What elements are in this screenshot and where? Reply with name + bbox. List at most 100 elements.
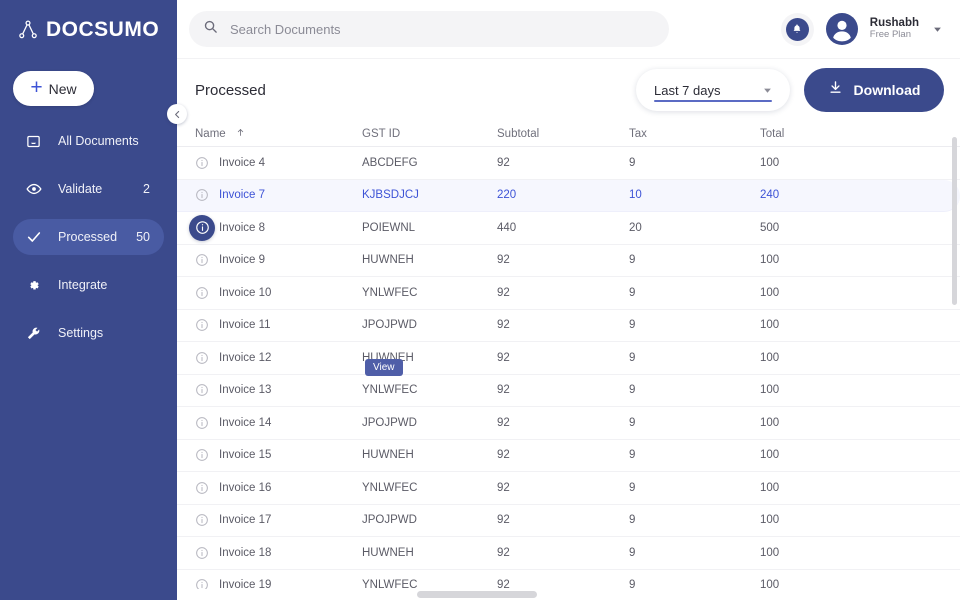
download-icon (828, 80, 843, 100)
cell-gst-id: YNLWFEC (362, 481, 418, 494)
sidebar-item-count: 2 (143, 182, 150, 196)
date-range-select[interactable]: Last 7 days (636, 69, 790, 111)
new-button-label: New (48, 80, 77, 97)
table-row[interactable]: Invoice 12 HUWNEH 92 9 100 (177, 342, 960, 375)
main-area: Rushabh Free Plan Processed Last 7 days (177, 0, 960, 600)
table-header-row: Name GST ID Subtotal Tax Total (177, 121, 960, 147)
cell-total: 240 (760, 189, 780, 202)
cell-name[interactable]: Invoice 17 (195, 513, 362, 527)
cell-name[interactable]: Invoice 16 (195, 481, 362, 495)
info-circle-icon[interactable] (189, 214, 215, 241)
info-circle-icon[interactable] (195, 253, 209, 267)
cell-name[interactable]: Invoice 9 (195, 253, 362, 267)
app-root: DOCSUMO + New All Documents Validate 2 P… (0, 0, 960, 600)
cell-name[interactable]: Invoice 14 (195, 416, 362, 430)
cell-tax: 9 (629, 416, 636, 429)
cell-tax: 10 (629, 189, 642, 202)
download-button-label: Download (853, 82, 921, 98)
cell-name[interactable]: Invoice 11 (195, 318, 362, 332)
info-circle-icon[interactable] (195, 351, 209, 365)
avatar[interactable] (825, 13, 858, 45)
cell-gst-id: KJBSDJCJ (362, 189, 419, 202)
table-row[interactable]: Invoice 17 JPOJPWD 92 9 100 (177, 505, 960, 537)
sidebar-item-label: Processed (58, 230, 118, 244)
user-menu[interactable]: Rushabh Free Plan (870, 17, 919, 41)
gear-icon (26, 278, 46, 293)
cell-name[interactable]: Invoice 4 (195, 156, 362, 170)
cell-tax: 9 (629, 351, 636, 364)
info-circle-icon[interactable] (195, 513, 209, 527)
chevron-down-icon (763, 86, 772, 95)
table-row[interactable]: Invoice 8 POIEWNL 440 20 500 (177, 212, 960, 245)
search-input[interactable] (228, 20, 655, 38)
info-circle-icon[interactable] (195, 318, 209, 332)
table-row[interactable]: Invoice 7 KJBSDJCJ 220 10 240 (177, 179, 960, 212)
sidebar-item-settings[interactable]: Settings (13, 315, 164, 351)
chevron-down-icon[interactable] (933, 25, 942, 34)
table-row[interactable]: Invoice 18 HUWNEH 92 9 100 (177, 537, 960, 570)
cell-name[interactable]: Invoice 8 (189, 214, 362, 241)
info-circle-icon[interactable] (195, 448, 209, 462)
info-circle-icon[interactable] (195, 156, 209, 170)
cell-gst-id: ABCDEFG (362, 156, 418, 169)
info-circle-icon[interactable] (195, 481, 209, 495)
cell-name[interactable]: Invoice 13 (195, 383, 362, 397)
document-name: Invoice 4 (219, 156, 266, 169)
document-name: Invoice 12 (219, 351, 272, 364)
sidebar-item-all-documents[interactable]: All Documents (13, 123, 164, 159)
node-graph-icon (17, 19, 39, 41)
column-header-subtotal[interactable]: Subtotal (497, 128, 629, 140)
cell-gst-id: HUWNEH (362, 546, 414, 559)
date-range-underline (654, 100, 772, 102)
sidebar-item-validate[interactable]: Validate 2 (13, 171, 164, 207)
cell-name[interactable]: Invoice 18 (195, 546, 362, 560)
cell-subtotal: 92 (497, 481, 510, 494)
search-box[interactable] (189, 11, 669, 47)
table-row[interactable]: Invoice 14 JPOJPWD 92 9 100 (177, 407, 960, 440)
column-header-tax[interactable]: Tax (629, 128, 760, 140)
cell-subtotal: 220 (497, 189, 517, 202)
user-avatar-icon (832, 20, 851, 42)
notifications-button[interactable] (780, 12, 814, 46)
toolbar: Processed Last 7 days Download (177, 59, 960, 121)
cell-name[interactable]: Invoice 15 (195, 448, 362, 462)
info-circle-icon[interactable] (195, 416, 209, 430)
search-icon (203, 19, 218, 39)
sidebar-item-integrate[interactable]: Integrate (13, 267, 164, 303)
horizontal-scrollbar-track[interactable] (177, 589, 960, 600)
column-header-total[interactable]: Total (760, 128, 880, 140)
cell-name[interactable]: Invoice 7 (195, 188, 362, 202)
sidebar-collapse-button[interactable] (167, 104, 187, 124)
cell-subtotal: 440 (497, 221, 517, 234)
sidebar-item-count: 50 (136, 230, 150, 244)
column-header-name[interactable]: Name (195, 128, 362, 140)
column-header-label: GST ID (362, 127, 401, 140)
table-row[interactable]: Invoice 9 HUWNEH 92 9 100 (177, 245, 960, 277)
info-circle-icon[interactable] (195, 546, 209, 560)
table-row[interactable]: Invoice 11 JPOJPWD 92 9 100 (177, 310, 960, 342)
vertical-scrollbar[interactable] (952, 137, 957, 305)
cell-name[interactable]: Invoice 12 (195, 351, 362, 365)
cell-tax: 9 (629, 319, 636, 332)
new-button[interactable]: + New (13, 71, 94, 106)
horizontal-scrollbar-thumb[interactable] (417, 591, 537, 598)
cell-total: 100 (760, 481, 780, 494)
info-circle-icon[interactable] (195, 383, 209, 397)
cell-name[interactable]: Invoice 10 (195, 286, 362, 300)
info-circle-icon[interactable] (195, 188, 209, 202)
info-circle-icon[interactable] (195, 286, 209, 300)
plus-icon: + (30, 76, 43, 99)
cell-total: 100 (760, 514, 780, 527)
download-button[interactable]: Download (804, 68, 944, 112)
arrow-up-icon (236, 128, 245, 140)
brand-logo[interactable]: DOCSUMO (0, 0, 177, 59)
table-row[interactable]: Invoice 15 HUWNEH 92 9 100 (177, 440, 960, 472)
table-row[interactable]: Invoice 10 YNLWFEC 92 9 100 (177, 277, 960, 310)
table-row[interactable]: Invoice 16 YNLWFEC 92 9 100 (177, 472, 960, 505)
cell-gst-id: YNLWFEC (362, 286, 418, 299)
document-name: Invoice 13 (219, 384, 272, 397)
column-header-gst-id[interactable]: GST ID (362, 128, 497, 140)
table-row[interactable]: Invoice 4 ABCDEFG 92 9 100 (177, 147, 960, 180)
table-row[interactable]: Invoice 13 YNLWFEC 92 9 100 (177, 375, 960, 407)
sidebar-item-processed[interactable]: Processed 50 (13, 219, 164, 255)
